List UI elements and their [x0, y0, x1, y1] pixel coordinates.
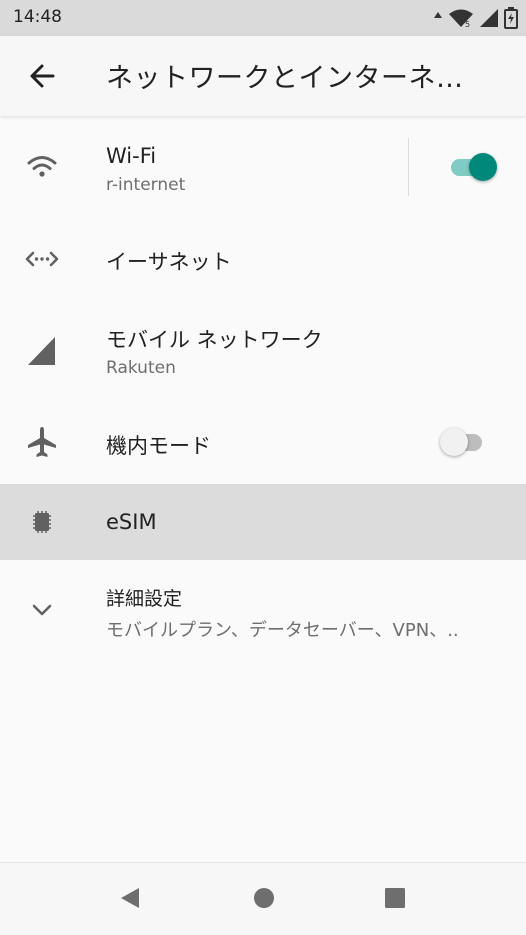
- wifi-item[interactable]: Wi-Fi r-internet: [0, 118, 526, 216]
- battery-icon: [504, 7, 518, 29]
- wifi-title: Wi-Fi: [106, 144, 157, 168]
- chevron-down-icon: [32, 604, 52, 616]
- settings-list: Wi-Fi r-internet イーサネット モバイル ネットワーク Raku…: [0, 118, 526, 664]
- arrow-back-icon: [30, 64, 55, 88]
- airplane-toggle-thumb: [440, 428, 468, 456]
- ethernet-item[interactable]: イーサネット: [0, 216, 526, 304]
- airplane-icon: [28, 427, 56, 457]
- ethernet-icon: [25, 251, 59, 267]
- wifi-divider: [408, 138, 409, 196]
- esim-title: eSIM: [106, 510, 157, 534]
- mobile-network-subtitle: Rakuten: [106, 358, 176, 378]
- page-title: ネットワークとインターネ…: [106, 63, 464, 94]
- home-circle-icon[interactable]: [251, 885, 277, 911]
- svg-text:5: 5: [465, 20, 470, 28]
- app-bar: ネットワークとインターネ…: [0, 36, 526, 116]
- wifi-icon: 5: [449, 9, 473, 28]
- advanced-subtitle: モバイルプラン、データセーバー、VPN、..: [106, 620, 459, 641]
- wifi-toggle-thumb: [469, 153, 497, 181]
- airplane-mode-title: 機内モード: [106, 434, 211, 458]
- wifi-subtitle: r-internet: [106, 175, 186, 195]
- recents-square-icon[interactable]: [382, 885, 408, 911]
- notification-arrow-icon: [434, 12, 442, 18]
- sim-card-icon: [33, 511, 51, 533]
- status-icons: 5: [433, 6, 518, 30]
- advanced-item[interactable]: 詳細設定 モバイルプラン、データセーバー、VPN、..: [0, 560, 526, 664]
- back-button[interactable]: [24, 58, 60, 94]
- signal-icon: [480, 9, 498, 27]
- wifi-toggle[interactable]: [448, 151, 500, 183]
- wifi-icon: [27, 156, 57, 177]
- advanced-title: 詳細設定: [106, 588, 183, 610]
- navigation-bar: [0, 862, 526, 935]
- airplane-mode-toggle[interactable]: [436, 426, 490, 458]
- airplane-mode-item[interactable]: 機内モード: [0, 400, 526, 484]
- back-triangle-icon[interactable]: [118, 885, 144, 911]
- ethernet-title: イーサネット: [106, 250, 232, 274]
- signal-icon: [28, 337, 55, 365]
- status-time: 14:48: [13, 7, 62, 27]
- esim-item[interactable]: eSIM: [0, 484, 526, 560]
- status-bar: 14:48 5: [0, 0, 526, 36]
- mobile-network-title: モバイル ネットワーク: [106, 328, 323, 352]
- mobile-network-item[interactable]: モバイル ネットワーク Rakuten: [0, 304, 526, 400]
